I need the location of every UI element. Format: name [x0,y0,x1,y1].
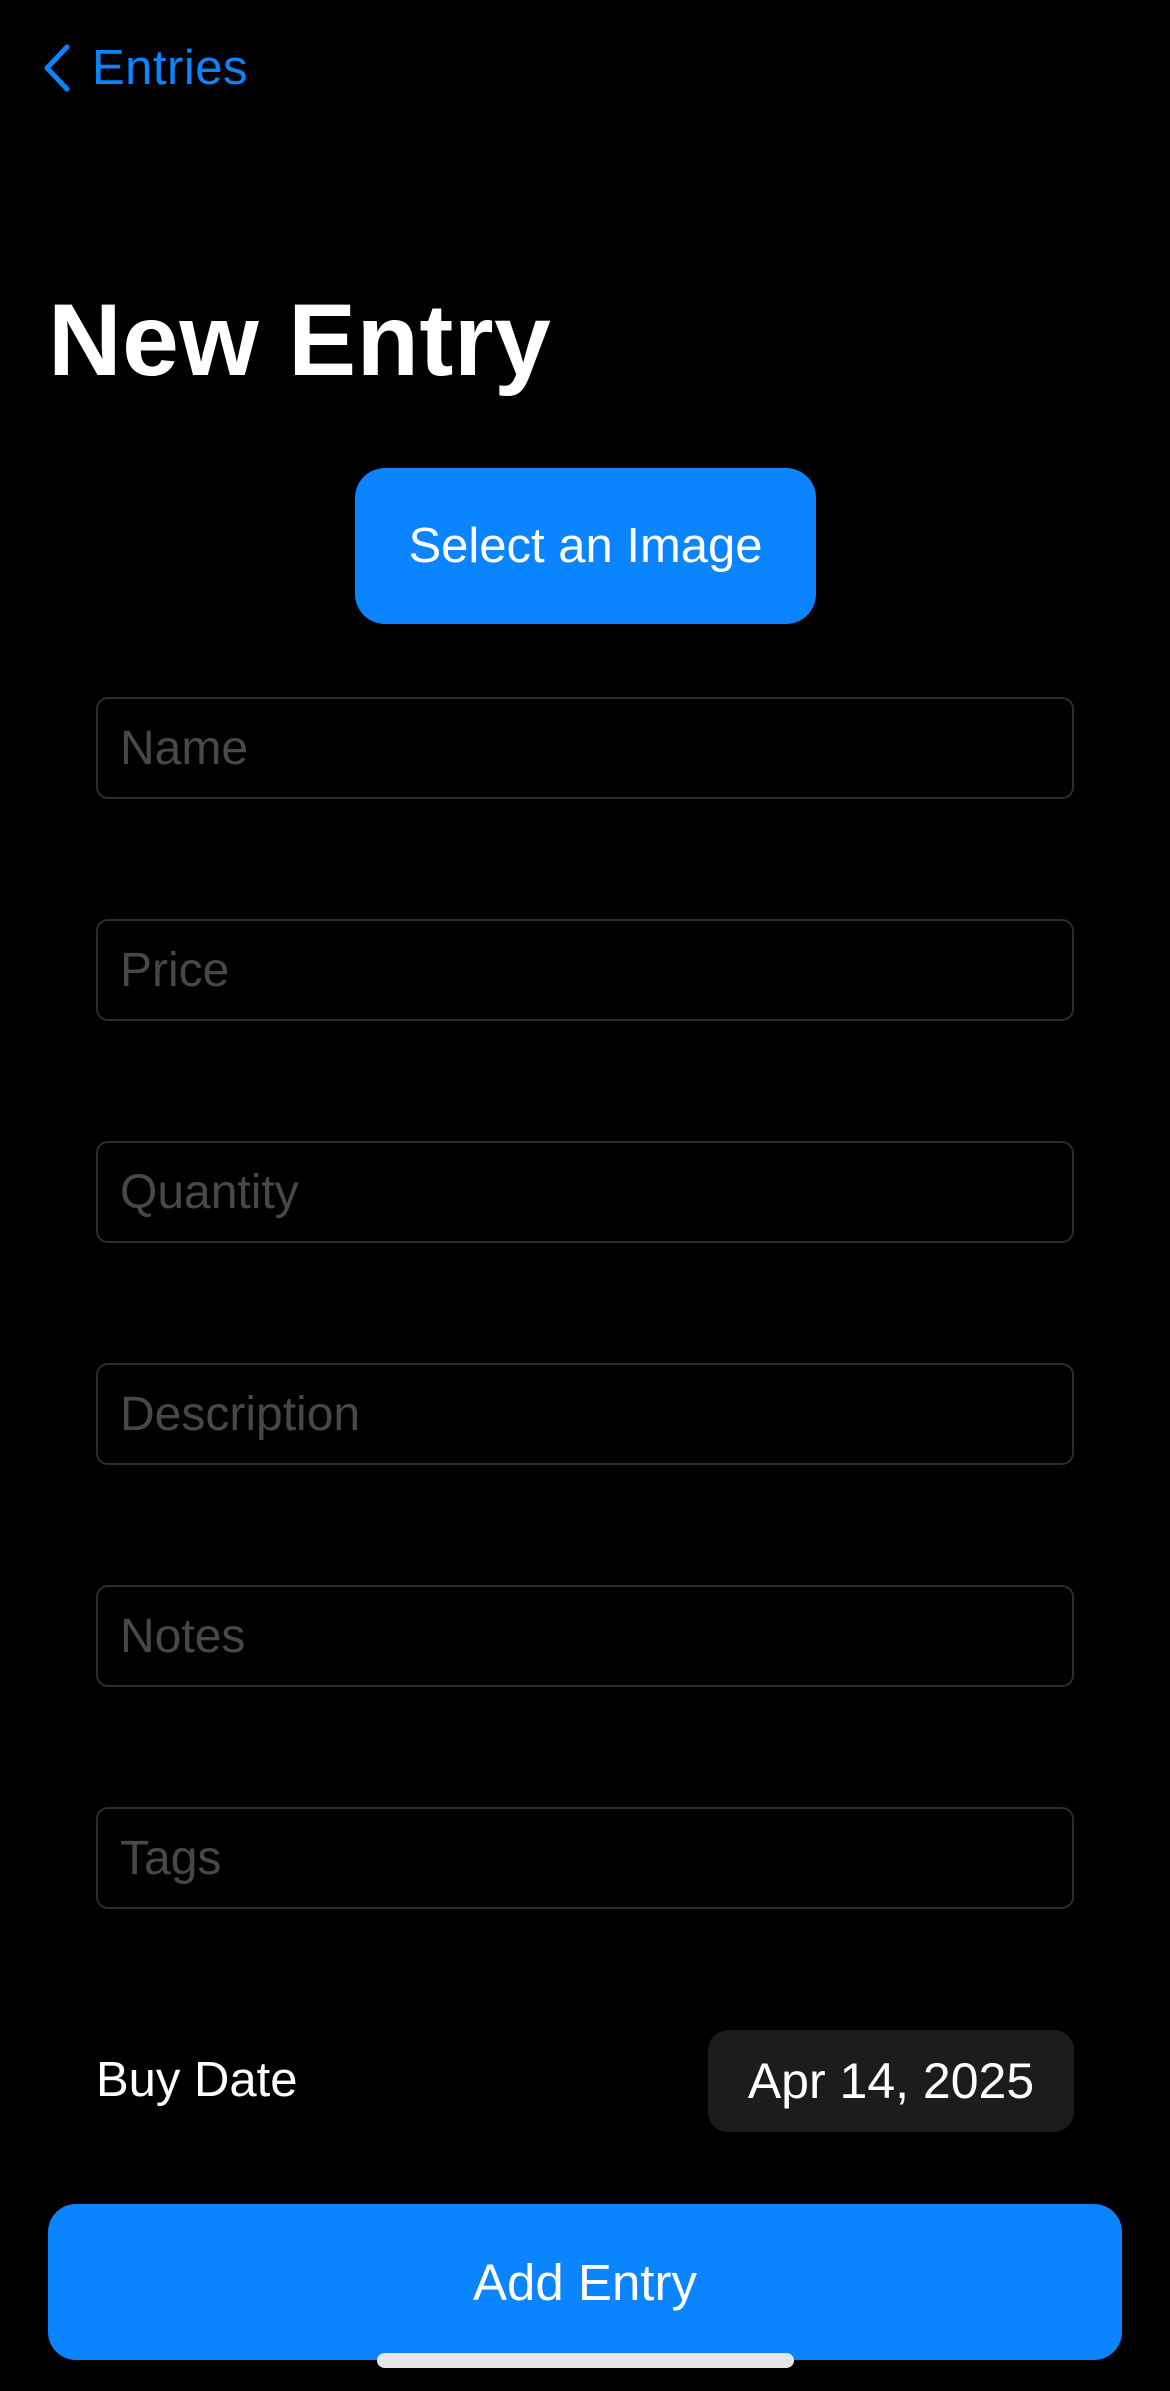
buy-date-picker[interactable]: Apr 14, 2025 [708,2030,1074,2132]
notes-field[interactable] [96,1585,1074,1687]
back-button-label: Entries [92,41,249,95]
name-field[interactable] [96,697,1074,799]
tags-field[interactable] [96,1807,1074,1909]
back-button[interactable]: Entries [44,30,248,106]
add-entry-button[interactable]: Add Entry [48,2204,1122,2360]
select-image-button[interactable]: Select an Image [355,468,816,624]
description-field[interactable] [96,1363,1074,1465]
quantity-field[interactable] [96,1141,1074,1243]
buy-date-label: Buy Date [96,2053,298,2107]
chevron-left-icon [44,44,70,92]
price-field[interactable] [96,919,1074,1021]
home-indicator [377,2353,794,2368]
page-title: New Entry [48,283,552,397]
buy-date-value: Apr 14, 2025 [747,2053,1035,2109]
